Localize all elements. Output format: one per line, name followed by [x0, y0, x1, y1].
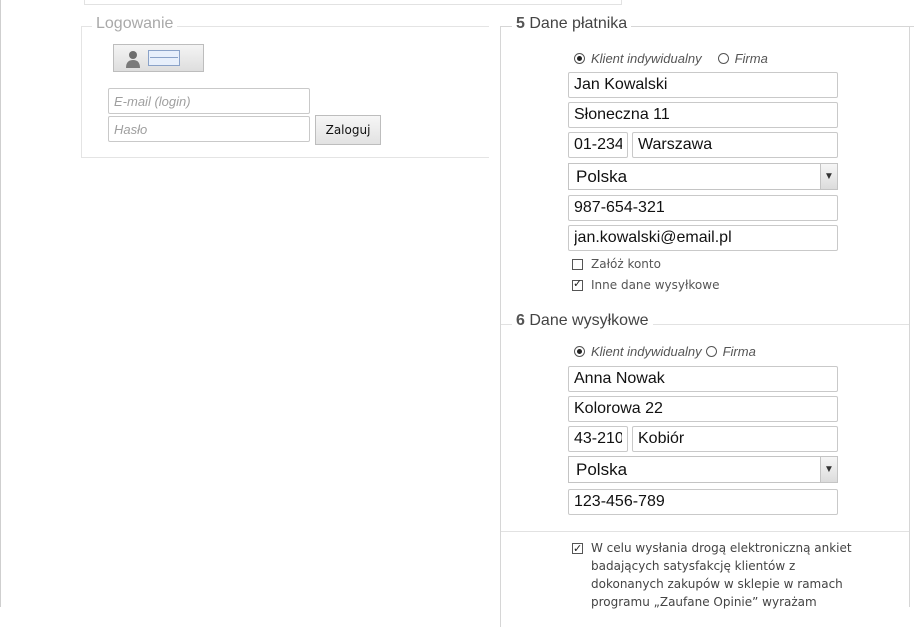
shipping-city-input[interactable]	[632, 426, 838, 452]
payer-postcode-input[interactable]	[568, 132, 628, 158]
payer-section-label: Dane płatnika	[529, 15, 628, 32]
create-account-row[interactable]: Załóż konto	[572, 257, 661, 271]
consent-separator	[501, 531, 909, 532]
person-icon	[126, 51, 140, 68]
payer-country-select[interactable]: Polska ▼	[568, 163, 838, 190]
shipping-type-company-radio[interactable]	[705, 346, 717, 357]
payer-country-value: Polska	[576, 167, 628, 186]
top-strip	[84, 0, 622, 5]
chevron-down-icon[interactable]: ▼	[820, 164, 837, 189]
other-shipping-label[interactable]: Inne dane wysyłkowe	[591, 278, 719, 292]
shipping-country-value: Polska	[576, 460, 628, 479]
payer-type-company-label[interactable]: Firma	[735, 51, 768, 66]
login-legend: Logowanie	[92, 15, 178, 33]
shipping-street-input[interactable]	[568, 396, 838, 422]
create-account-label[interactable]: Załóż konto	[591, 257, 661, 271]
shipping-section-number: 6	[516, 312, 525, 329]
payer-email-input[interactable]	[568, 225, 838, 251]
shipping-postcode-input[interactable]	[568, 426, 628, 452]
consent-checkbox[interactable]	[572, 540, 583, 558]
consent-row: W celu wysłania drogą elektroniczną anki…	[572, 539, 863, 611]
other-shipping-row[interactable]: Inne dane wysyłkowe	[572, 277, 719, 292]
shipping-section-title: 6 Dane wysyłkowe	[512, 312, 653, 330]
payer-type-group: Klient indywidualny Firma	[574, 51, 768, 66]
shipping-country-select[interactable]: Polska ▼	[568, 456, 838, 483]
shipping-type-individual-label[interactable]: Klient indywidualny	[591, 344, 702, 359]
page-left-border	[0, 0, 1, 607]
password-input[interactable]	[108, 116, 310, 142]
create-account-checkbox[interactable]	[572, 258, 583, 270]
shipping-type-group: Klient indywidualny Firma	[574, 344, 756, 359]
order-data-panel-border	[909, 26, 910, 607]
chevron-down-icon[interactable]: ▼	[820, 457, 837, 482]
shipping-section-label: Dane wysyłkowe	[529, 312, 649, 329]
payer-type-individual-label[interactable]: Klient indywidualny	[591, 51, 702, 66]
other-shipping-checkbox[interactable]	[572, 277, 583, 291]
payer-city-input[interactable]	[632, 132, 838, 158]
payer-phone-input[interactable]	[568, 195, 838, 221]
payer-name-input[interactable]	[568, 72, 838, 98]
payer-type-company-radio[interactable]	[717, 53, 729, 64]
email-login-input[interactable]	[108, 88, 310, 114]
payer-type-individual-radio[interactable]	[574, 53, 585, 64]
login-button[interactable]: Zaloguj	[315, 115, 381, 145]
consent-text: W celu wysłania drogą elektroniczną anki…	[591, 541, 852, 609]
shipping-name-input[interactable]	[568, 366, 838, 392]
social-login-button[interactable]	[113, 44, 204, 72]
id-card-icon	[148, 50, 180, 66]
shipping-type-individual-radio[interactable]	[574, 346, 585, 357]
payer-street-input[interactable]	[568, 102, 838, 128]
shipping-phone-input[interactable]	[568, 489, 838, 515]
payer-section-title: 5 Dane płatnika	[512, 15, 632, 33]
shipping-type-company-label[interactable]: Firma	[723, 344, 756, 359]
payer-section-number: 5	[516, 15, 525, 32]
